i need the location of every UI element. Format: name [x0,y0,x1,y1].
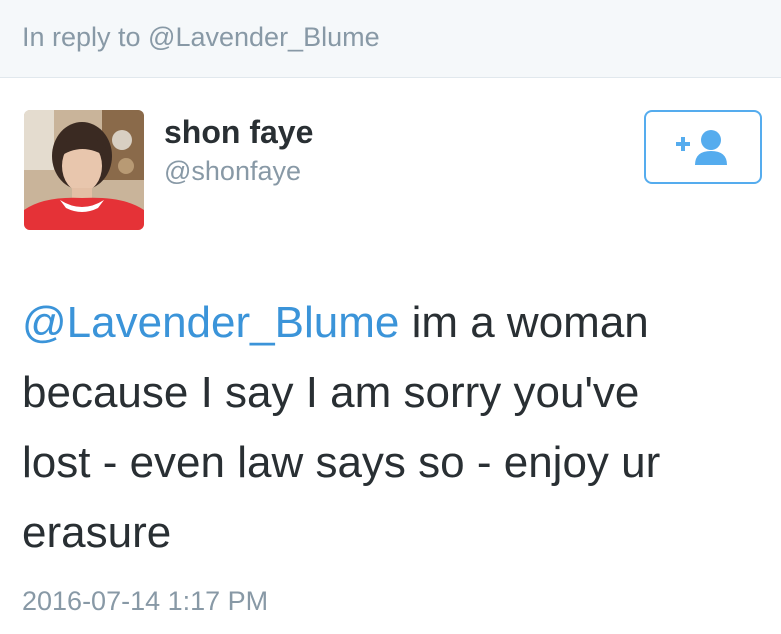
tweet-text-line: lost - even law says so - enjoy ur [22,438,661,487]
follow-button[interactable] [644,110,762,184]
tweet-text-line: because I say I am sorry you've [22,368,640,417]
author-handle[interactable]: @shonfaye [164,154,301,188]
avatar[interactable] [24,110,144,230]
tweet-text: @Lavender_Blume im a woman because I say… [22,288,762,568]
avatar-image [24,110,144,230]
author-display-name[interactable]: shon faye [164,112,313,152]
tweet-text-line: erasure [22,508,172,557]
follow-user-icon [676,130,727,165]
tweet-text-line: im a woman [399,298,649,347]
mention-link[interactable]: @Lavender_Blume [22,298,399,347]
reply-context-bar: In reply to @Lavender_Blume [0,0,781,78]
tweet-timestamp[interactable]: 2016-07-14 1:17 PM [22,584,268,618]
reply-context-text[interactable]: In reply to @Lavender_Blume [22,20,380,54]
